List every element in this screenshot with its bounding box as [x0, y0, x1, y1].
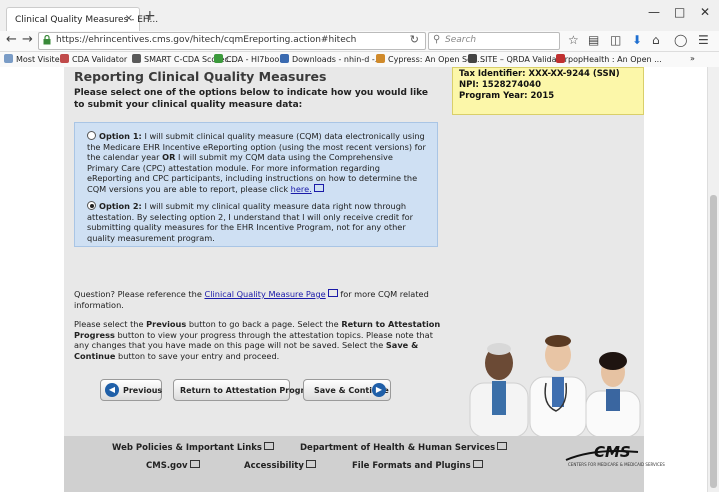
- external-link-icon: [305, 460, 316, 468]
- main-panel: Reporting Clinical Quality Measures Plea…: [64, 67, 450, 436]
- vertical-scrollbar[interactable]: [707, 67, 719, 492]
- dhhs-label: Department of Health & Human Services: [300, 443, 496, 453]
- forward-icon[interactable]: →: [22, 32, 33, 47]
- option-1: Option 1: I will submit clinical quality…: [87, 131, 427, 194]
- bookmarks-bar: Most Visited CDA Validator SMART C-CDA S…: [0, 52, 719, 68]
- web-content: Reporting Clinical Quality Measures Plea…: [0, 67, 707, 492]
- arrow-right-icon: ▶: [372, 383, 386, 397]
- browser-tab[interactable]: Clinical Quality Measures - EH... ×: [6, 7, 158, 31]
- options-box: Option 1: I will submit clinical quality…: [74, 122, 438, 247]
- bookmark-pophealth[interactable]: popHealth : An Open ...: [556, 54, 662, 64]
- external-link-icon: [327, 289, 338, 297]
- here-link[interactable]: here.: [291, 184, 312, 194]
- menu-icon[interactable]: ☰: [698, 33, 709, 47]
- bookmark-cda-validator[interactable]: CDA Validator: [60, 54, 127, 64]
- nav-bold-previous: Previous: [146, 319, 187, 329]
- bookmark-qrda-validator[interactable]: SITE – QRDA Validator: [468, 54, 568, 64]
- arrow-left-icon: ◀: [105, 383, 119, 397]
- external-link-icon: [189, 460, 200, 468]
- dhhs-link[interactable]: Department of Health & Human Services: [300, 442, 508, 453]
- navigation-instructions: Please select the Previous button to go …: [74, 319, 444, 361]
- question-text: Question? Please reference the Clinical …: [74, 289, 434, 310]
- url-text: https://ehrincentives.cms.gov/hitech/cqm…: [56, 35, 357, 45]
- bookmarks-overflow-icon[interactable]: »: [690, 54, 695, 63]
- minimize-icon[interactable]: —: [648, 5, 660, 19]
- cqm-page-link[interactable]: Clinical Quality Measure Page: [204, 289, 325, 299]
- new-tab-icon[interactable]: +: [144, 8, 156, 24]
- cms-logo-subtitle: CENTERS FOR MEDICARE & MEDICAID SERVICES: [568, 462, 665, 467]
- search-icon: ⚲: [433, 34, 441, 45]
- tab-title: Clinical Quality Measures - EH...: [15, 15, 159, 25]
- npi: NPI: 1528274040: [459, 80, 542, 90]
- return-to-attestation-button[interactable]: Return to Attestation Progress: [173, 379, 319, 401]
- option-2-label: Option 2:: [99, 201, 142, 211]
- close-tab-icon[interactable]: ×: [125, 13, 133, 24]
- accessibility-link[interactable]: Accessibility: [244, 460, 316, 471]
- back-icon[interactable]: ←: [6, 32, 17, 47]
- bookmark-cda-hl7book[interactable]: CDA - Hl7book: [214, 54, 284, 64]
- navigation-toolbar: ← → https://ehrincentives.cms.gov/hitech…: [0, 31, 719, 52]
- title-bar: Clinical Quality Measures - EH... × + — …: [0, 0, 719, 32]
- bookmark-icon: [280, 54, 289, 63]
- file-formats-link[interactable]: File Formats and Plugins: [352, 460, 483, 471]
- provider-info-box: Tax Identifier: XXX-XX-9244 (SSN) NPI: 1…: [452, 67, 644, 115]
- cms-gov-link[interactable]: CMS.gov: [146, 460, 200, 471]
- close-window-icon[interactable]: ✕: [700, 5, 710, 19]
- accessibility-label: Accessibility: [244, 461, 304, 471]
- option-2: Option 2: I will submit my clinical qual…: [87, 201, 427, 243]
- search-input[interactable]: ⚲ Search: [428, 32, 560, 50]
- search-placeholder: Search: [445, 35, 477, 45]
- downloads-icon[interactable]: ⬇: [632, 33, 642, 47]
- save-continue-button[interactable]: Save & Continue ▶: [303, 379, 391, 401]
- nav-text-2: button to go back a page. Select the: [188, 319, 339, 329]
- selection-instruction: Please select one of the options below t…: [74, 88, 429, 110]
- scrollbar-thumb[interactable]: [710, 195, 717, 488]
- option-1-label: Option 1:: [99, 131, 142, 141]
- maximize-icon[interactable]: □: [674, 5, 685, 19]
- option-2-radio[interactable]: [87, 201, 96, 210]
- reading-list-icon[interactable]: ▤: [588, 33, 599, 47]
- bookmark-icon: [132, 54, 141, 63]
- page-title: Reporting Clinical Quality Measures: [74, 69, 327, 84]
- file-formats-label: File Formats and Plugins: [352, 461, 471, 471]
- bookmark-icon: [214, 54, 223, 63]
- page-container: Reporting Clinical Quality Measures Plea…: [64, 67, 665, 492]
- cms-gov-label: CMS.gov: [146, 461, 188, 471]
- option-1-radio[interactable]: [87, 131, 96, 140]
- bookmark-icon: [376, 54, 385, 63]
- bookmark-icon: [556, 54, 565, 63]
- nav-text-1: Please select the: [74, 319, 144, 329]
- bookmark-most-visited[interactable]: Most Visited: [4, 54, 65, 64]
- home-icon[interactable]: ⌂: [652, 33, 660, 47]
- question-pre: Question? Please reference the: [74, 289, 202, 299]
- page-footer: Web Policies & Important Links Departmen…: [64, 436, 665, 492]
- tax-identifier: Tax Identifier: XXX-XX-9244 (SSN): [459, 69, 620, 79]
- program-year: Program Year: 2015: [459, 91, 555, 101]
- option-1-or: OR: [162, 152, 176, 162]
- nav-text-4: button to save your entry and proceed.: [118, 350, 280, 361]
- previous-button-label: Previous: [123, 386, 163, 395]
- doctors-photo: [469, 335, 641, 437]
- bookmark-star-icon[interactable]: ☆: [568, 33, 579, 47]
- cms-logo-text: CMS: [594, 443, 631, 461]
- external-link-icon: [264, 442, 274, 450]
- pocket-icon[interactable]: ◫: [610, 33, 621, 47]
- reload-icon[interactable]: ↻: [410, 33, 419, 46]
- chat-icon[interactable]: ◯: [674, 33, 687, 47]
- nav-text-3: button to view your progress through the…: [74, 329, 433, 351]
- return-button-label: Return to Attestation Progress: [180, 386, 320, 395]
- external-link-icon: [472, 460, 483, 468]
- web-policies-link[interactable]: Web Policies & Important Links: [112, 442, 274, 453]
- web-policies-label: Web Policies & Important Links: [112, 443, 262, 453]
- external-link-icon: [313, 183, 324, 192]
- cms-logo[interactable]: CMS CENTERS FOR MEDICARE & MEDICAID SERV…: [564, 442, 665, 470]
- bookmark-icon: [60, 54, 69, 63]
- bookmark-downloads-nhin[interactable]: Downloads - nhin-d -...: [280, 54, 382, 64]
- bookmark-icon: [468, 54, 477, 63]
- url-bar[interactable]: https://ehrincentives.cms.gov/hitech/cqm…: [38, 32, 426, 50]
- external-link-icon: [497, 442, 508, 450]
- previous-button[interactable]: ◀ Previous: [100, 379, 162, 401]
- bookmark-icon: [4, 54, 13, 63]
- lock-icon: [43, 35, 51, 45]
